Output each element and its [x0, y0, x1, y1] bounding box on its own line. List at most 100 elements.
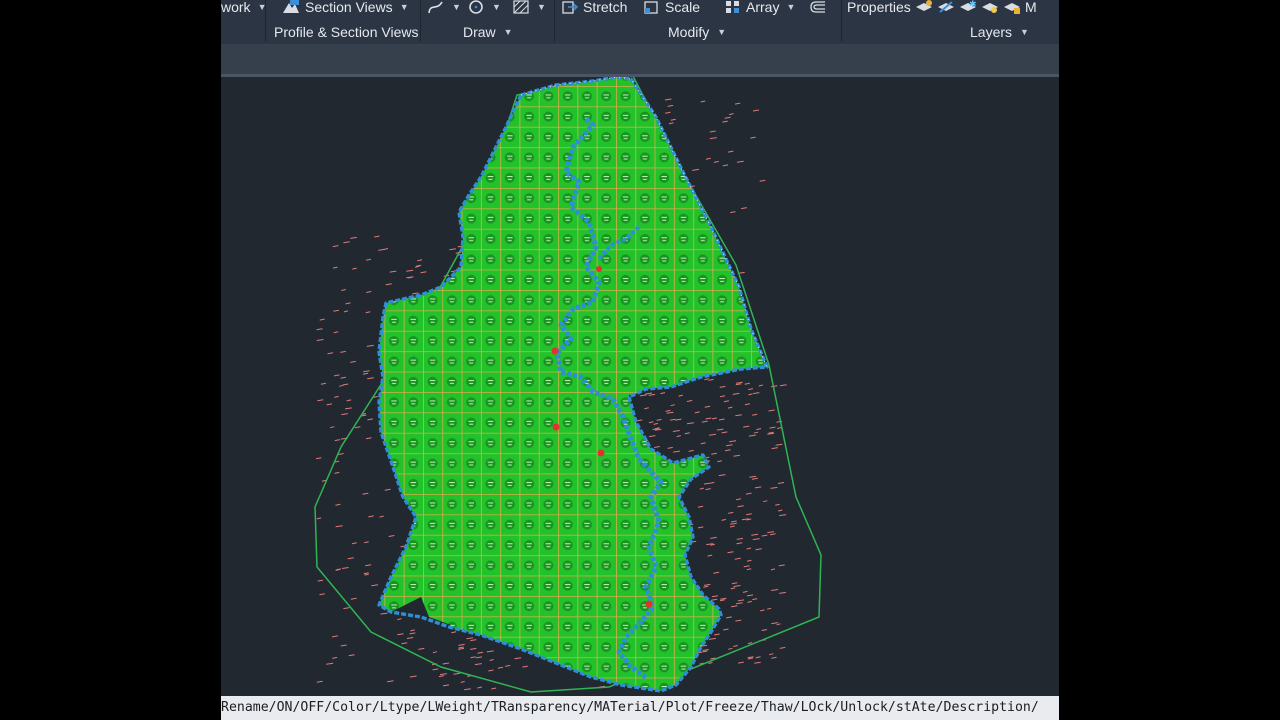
- survey-point: [645, 392, 653, 395]
- survey-point: [332, 266, 338, 269]
- survey-point: [698, 526, 704, 529]
- drawing-canvas[interactable]: [221, 77, 1059, 694]
- survey-point: [729, 440, 737, 443]
- survey-point: [703, 482, 710, 485]
- chevron-down-icon[interactable]: ▼: [786, 2, 795, 12]
- survey-point: [768, 409, 775, 412]
- survey-point: [367, 377, 374, 380]
- array-button[interactable]: Array ▼: [724, 0, 795, 16]
- section-views-button[interactable]: Section Views ▼: [281, 0, 409, 16]
- survey-point: [388, 535, 395, 537]
- survey-point: [397, 618, 402, 621]
- survey-point: [470, 647, 477, 650]
- survey-point: [670, 404, 675, 407]
- survey-point: [719, 599, 725, 602]
- survey-point: [335, 525, 343, 528]
- survey-point: [745, 492, 752, 495]
- survey-point: [470, 639, 477, 642]
- survey-point: [754, 486, 762, 489]
- survey-point: [686, 400, 693, 402]
- layer-lock-icon[interactable]: [1003, 0, 1021, 15]
- survey-point: [365, 437, 372, 440]
- survey-point: [768, 653, 774, 656]
- survey-point: [723, 400, 730, 403]
- survey-point: [365, 311, 371, 314]
- survey-point: [334, 471, 340, 474]
- survey-point: [333, 309, 339, 312]
- survey-point: [466, 637, 474, 640]
- modify-panel-title[interactable]: Modify ▼: [668, 24, 726, 40]
- network-button[interactable]: work ▼: [221, 0, 266, 16]
- survey-point: [721, 518, 727, 521]
- layer-freeze-icon[interactable]: ✱: [959, 0, 977, 15]
- survey-point: [474, 663, 482, 666]
- survey-point: [694, 411, 700, 414]
- survey-point: [750, 136, 756, 139]
- chevron-down-icon[interactable]: ▼: [537, 2, 546, 12]
- network-label: work: [221, 0, 251, 15]
- survey-point: [711, 417, 717, 420]
- survey-point: [720, 395, 726, 398]
- chevron-down-icon[interactable]: ▼: [492, 2, 501, 12]
- draw-panel-title[interactable]: Draw ▼: [463, 24, 513, 40]
- survey-point: [717, 460, 722, 463]
- survey-point: [343, 241, 350, 244]
- survey-point: [708, 662, 713, 664]
- chevron-down-icon[interactable]: ▼: [452, 2, 461, 12]
- survey-point: [746, 513, 752, 516]
- survey-point: [704, 378, 710, 381]
- circle-button[interactable]: ▼: [467, 0, 501, 16]
- survey-point: [700, 442, 706, 445]
- survey-point: [644, 407, 649, 410]
- hatch-button[interactable]: ▼: [512, 0, 546, 16]
- survey-point: [449, 248, 456, 251]
- ribbon-separator: [265, 0, 266, 42]
- survey-point: [721, 431, 728, 434]
- layer-state-icon[interactable]: [915, 0, 933, 15]
- survey-point: [438, 675, 445, 678]
- survey-point: [338, 453, 344, 455]
- scale-button[interactable]: Scale: [643, 0, 700, 16]
- array-icon: [726, 1, 739, 13]
- offset-button[interactable]: [809, 0, 827, 16]
- survey-point: [316, 339, 324, 341]
- survey-point: [709, 433, 716, 436]
- survey-point: [350, 597, 357, 600]
- survey-point: [432, 651, 438, 654]
- survey-point: [761, 629, 767, 631]
- survey-point: [722, 120, 728, 123]
- command-line[interactable]: Rename/ON/OFF/Color/Ltype/LWeight/TRansp…: [221, 696, 1059, 720]
- survey-point: [460, 681, 465, 683]
- survey-point: [439, 673, 447, 676]
- survey-point: [770, 568, 776, 571]
- survey-point: [340, 644, 347, 647]
- layer-on-icon[interactable]: [981, 0, 999, 15]
- layers-panel-title[interactable]: Layers ▼: [970, 24, 1029, 40]
- survey-point: [729, 113, 734, 116]
- survey-point: [771, 589, 779, 591]
- stretch-button[interactable]: Stretch: [561, 0, 627, 16]
- survey-point: [710, 598, 718, 601]
- profile-section-views-panel-title[interactable]: Profile & Section Views: [274, 24, 418, 40]
- survey-point: [777, 482, 785, 484]
- command-line-text: Rename/ON/OFF/Color/Ltype/LWeight/TRansp…: [221, 700, 1039, 715]
- survey-point: [363, 572, 369, 575]
- survey-point: [488, 669, 494, 672]
- survey-point: [722, 164, 729, 167]
- survey-point: [458, 647, 465, 650]
- survey-point: [758, 384, 763, 387]
- survey-point: [753, 431, 759, 434]
- layer-match-icon[interactable]: [937, 0, 955, 15]
- layer-properties-button[interactable]: Properties: [847, 0, 911, 16]
- survey-point: [348, 654, 355, 657]
- survey-point: [379, 515, 384, 518]
- survey-point: [710, 536, 717, 539]
- survey-point: [669, 418, 676, 421]
- polyline-button[interactable]: ▼: [427, 0, 461, 16]
- survey-point: [326, 662, 334, 665]
- drawing-svg: [314, 77, 822, 693]
- survey-point: [778, 564, 785, 567]
- survey-point: [477, 686, 482, 689]
- survey-point: [384, 488, 391, 491]
- chevron-down-icon[interactable]: ▼: [400, 2, 409, 12]
